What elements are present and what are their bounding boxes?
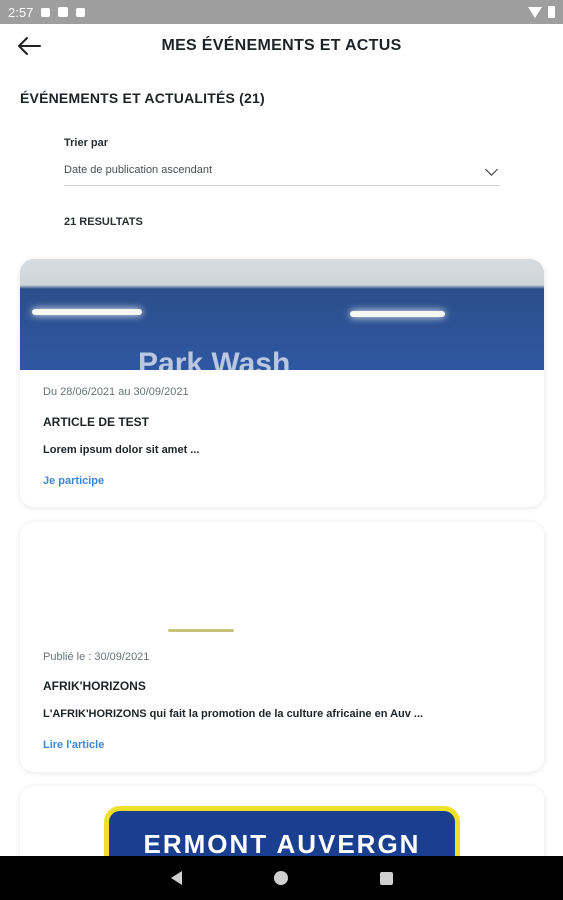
status-time: 2:57	[8, 4, 34, 20]
card-title: AFRIK'HORIZONS	[43, 679, 146, 693]
image-detail	[168, 629, 234, 632]
back-arrow-icon	[18, 37, 41, 55]
system-nav-bar	[0, 856, 563, 900]
participate-link[interactable]: Je participe	[43, 475, 104, 487]
read-article-link[interactable]: Lire l'article	[43, 739, 104, 751]
nav-recents-icon[interactable]	[379, 871, 393, 885]
battery-icon	[548, 6, 555, 18]
wifi-icon	[528, 6, 542, 18]
back-button[interactable]	[16, 34, 42, 58]
card-title: ARTICLE DE TEST	[43, 415, 150, 429]
section-title: ÉVÉNEMENTS ET ACTUALITÉS (21)	[20, 90, 265, 106]
card-excerpt: Lorem ipsum dolor sit amet ...	[43, 444, 200, 456]
chevron-down-icon	[485, 163, 498, 176]
sort-label: Trier par	[64, 137, 109, 149]
status-bar: 2:57	[0, 0, 563, 24]
card-image-text: Park Wash	[138, 347, 291, 370]
card-excerpt: L'AFRIK'HORIZONS qui fait la promotion d…	[43, 708, 424, 720]
notification-icon	[41, 7, 51, 17]
ceiling-light	[32, 309, 142, 315]
app-header: MES ÉVÉNEMENTS ET ACTUS	[0, 24, 563, 68]
card-image	[20, 522, 544, 633]
nav-back-icon[interactable]	[170, 871, 182, 885]
sort-dropdown[interactable]: Date de publication ascendant	[64, 158, 500, 186]
event-card[interactable]: Park Wash Du 28/06/2021 au 30/09/2021 AR…	[20, 259, 544, 507]
sort-selected-value: Date de publication ascendant	[64, 164, 212, 176]
card-date: Du 28/06/2021 au 30/09/2021	[43, 386, 189, 398]
sd-card-icon	[76, 7, 86, 17]
event-card[interactable]: Publié le : 30/09/2021 AFRIK'HORIZONS L'…	[20, 522, 544, 772]
ceiling-light	[350, 311, 445, 317]
app-notification-icon	[58, 7, 69, 17]
card-image: Park Wash	[20, 259, 544, 370]
page-title: MES ÉVÉNEMENTS ET ACTUS	[161, 37, 402, 54]
card-date: Publié le : 30/09/2021	[43, 651, 150, 663]
nav-home-icon[interactable]	[273, 871, 288, 885]
results-count: 21 RESULTATS	[64, 216, 143, 228]
